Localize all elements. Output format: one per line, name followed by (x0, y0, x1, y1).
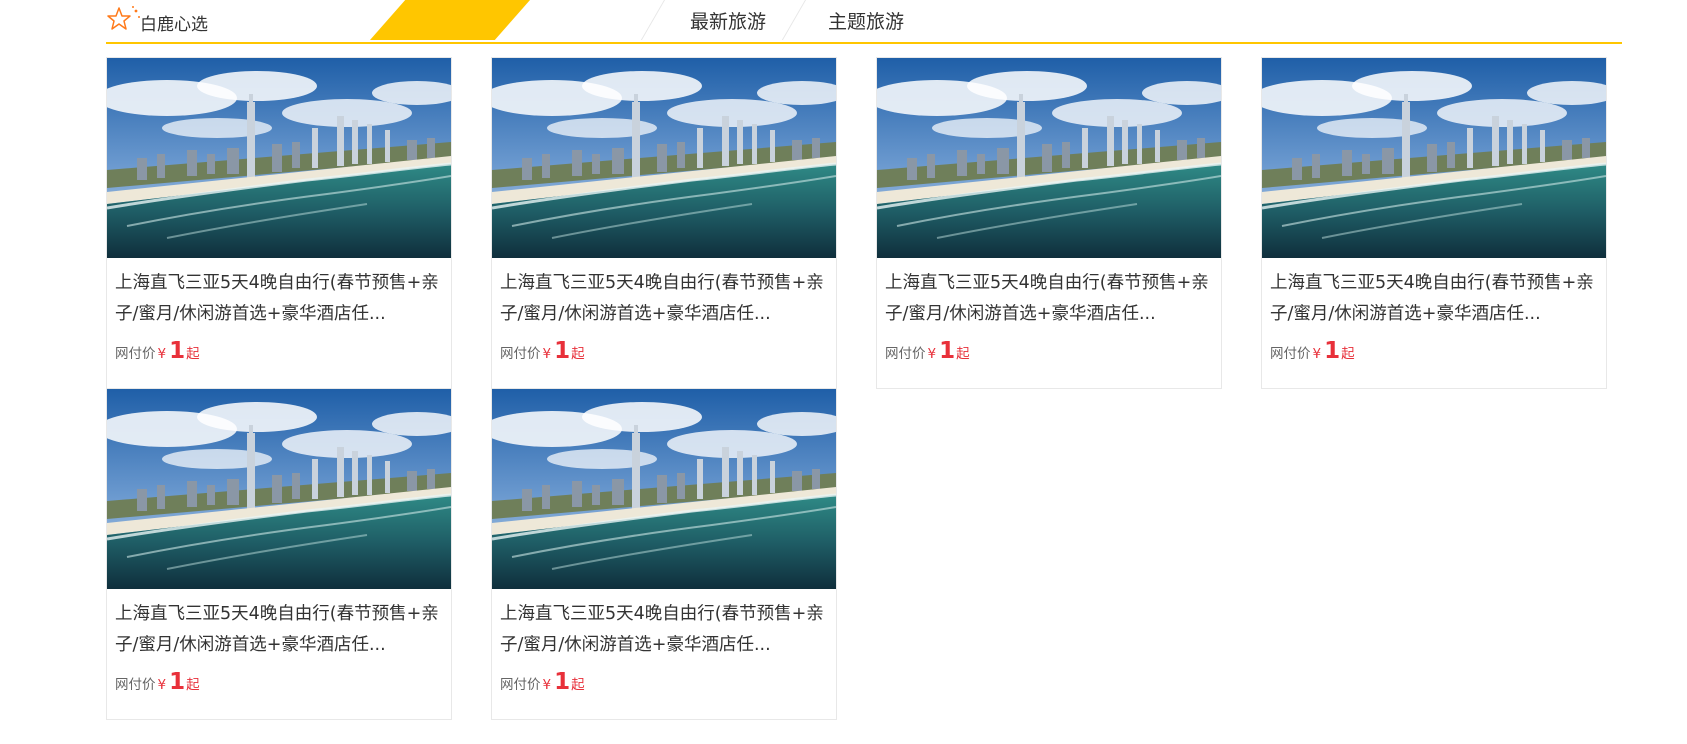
price-amount: 1 (169, 669, 186, 695)
product-card[interactable]: 上海直飞三亚5天4晚自由行(春节预售+亲子/蜜月/休闲游首选+豪华酒店任... … (106, 388, 452, 720)
price-suffix: 起 (186, 346, 200, 362)
active-tab-highlight (370, 0, 530, 40)
product-title[interactable]: 上海直飞三亚5天4晚自由行(春节预售+亲子/蜜月/休闲游首选+豪华酒店任... (885, 268, 1213, 330)
price-label: 网付价 (500, 346, 541, 362)
price-row: 网付价 ¥ 1 起 (500, 338, 836, 364)
price-suffix: 起 (571, 677, 585, 693)
product-title[interactable]: 上海直飞三亚5天4晚自由行(春节预售+亲子/蜜月/休闲游首选+豪华酒店任... (115, 268, 443, 330)
price-label: 网付价 (115, 346, 156, 362)
price-row: 网付价 ¥ 1 起 (500, 669, 836, 695)
price-row: 网付价 ¥ 1 起 (885, 338, 1221, 364)
product-image[interactable] (492, 389, 836, 589)
product-title[interactable]: 上海直飞三亚5天4晚自由行(春节预售+亲子/蜜月/休闲游首选+豪华酒店任... (1270, 268, 1598, 330)
currency-symbol: ¥ (1312, 346, 1322, 362)
currency-symbol: ¥ (542, 677, 552, 693)
price-suffix: 起 (1341, 346, 1355, 362)
currency-symbol: ¥ (927, 346, 937, 362)
tab-latest-travel[interactable]: 最新旅游 (690, 0, 766, 40)
product-image[interactable] (492, 58, 836, 258)
price-amount: 1 (169, 338, 186, 364)
tab-divider (640, 0, 665, 40)
product-card[interactable]: 上海直飞三亚5天4晚自由行(春节预售+亲子/蜜月/休闲游首选+豪华酒店任... … (106, 57, 452, 389)
section-header: 白鹿心选 最新旅游 主题旅游 (106, 0, 1622, 44)
product-card[interactable]: 上海直飞三亚5天4晚自由行(春节预售+亲子/蜜月/休闲游首选+豪华酒店任... … (491, 388, 837, 720)
product-card[interactable]: 上海直飞三亚5天4晚自由行(春节预售+亲子/蜜月/休闲游首选+豪华酒店任... … (876, 57, 1222, 389)
star-outline-icon (107, 6, 140, 30)
price-amount: 1 (1324, 338, 1341, 364)
price-amount: 1 (939, 338, 956, 364)
price-label: 网付价 (1270, 346, 1311, 362)
price-label: 网付价 (115, 677, 156, 693)
tab-theme-travel[interactable]: 主题旅游 (828, 0, 904, 40)
brand-label: 白鹿心选 (140, 14, 208, 35)
product-title[interactable]: 上海直飞三亚5天4晚自由行(春节预售+亲子/蜜月/休闲游首选+豪华酒店任... (500, 268, 828, 330)
product-title[interactable]: 上海直飞三亚5天4晚自由行(春节预售+亲子/蜜月/休闲游首选+豪华酒店任... (500, 599, 828, 661)
product-image[interactable] (877, 58, 1221, 258)
brand: 白鹿心选 (106, 0, 208, 40)
price-row: 网付价 ¥ 1 起 (115, 669, 451, 695)
product-card[interactable]: 上海直飞三亚5天4晚自由行(春节预售+亲子/蜜月/休闲游首选+豪华酒店任... … (491, 57, 837, 389)
price-amount: 1 (554, 338, 571, 364)
product-title[interactable]: 上海直飞三亚5天4晚自由行(春节预售+亲子/蜜月/休闲游首选+豪华酒店任... (115, 599, 443, 661)
product-image[interactable] (107, 389, 451, 589)
product-image[interactable] (1262, 58, 1606, 258)
price-row: 网付价 ¥ 1 起 (1270, 338, 1606, 364)
currency-symbol: ¥ (157, 346, 167, 362)
price-label: 网付价 (885, 346, 926, 362)
price-suffix: 起 (186, 677, 200, 693)
price-suffix: 起 (571, 346, 585, 362)
currency-symbol: ¥ (157, 677, 167, 693)
tab-divider (781, 0, 806, 40)
product-image[interactable] (107, 58, 451, 258)
product-card[interactable]: 上海直飞三亚5天4晚自由行(春节预售+亲子/蜜月/休闲游首选+豪华酒店任... … (1261, 57, 1607, 389)
currency-symbol: ¥ (542, 346, 552, 362)
price-amount: 1 (554, 669, 571, 695)
price-row: 网付价 ¥ 1 起 (115, 338, 451, 364)
price-label: 网付价 (500, 677, 541, 693)
price-suffix: 起 (956, 346, 970, 362)
